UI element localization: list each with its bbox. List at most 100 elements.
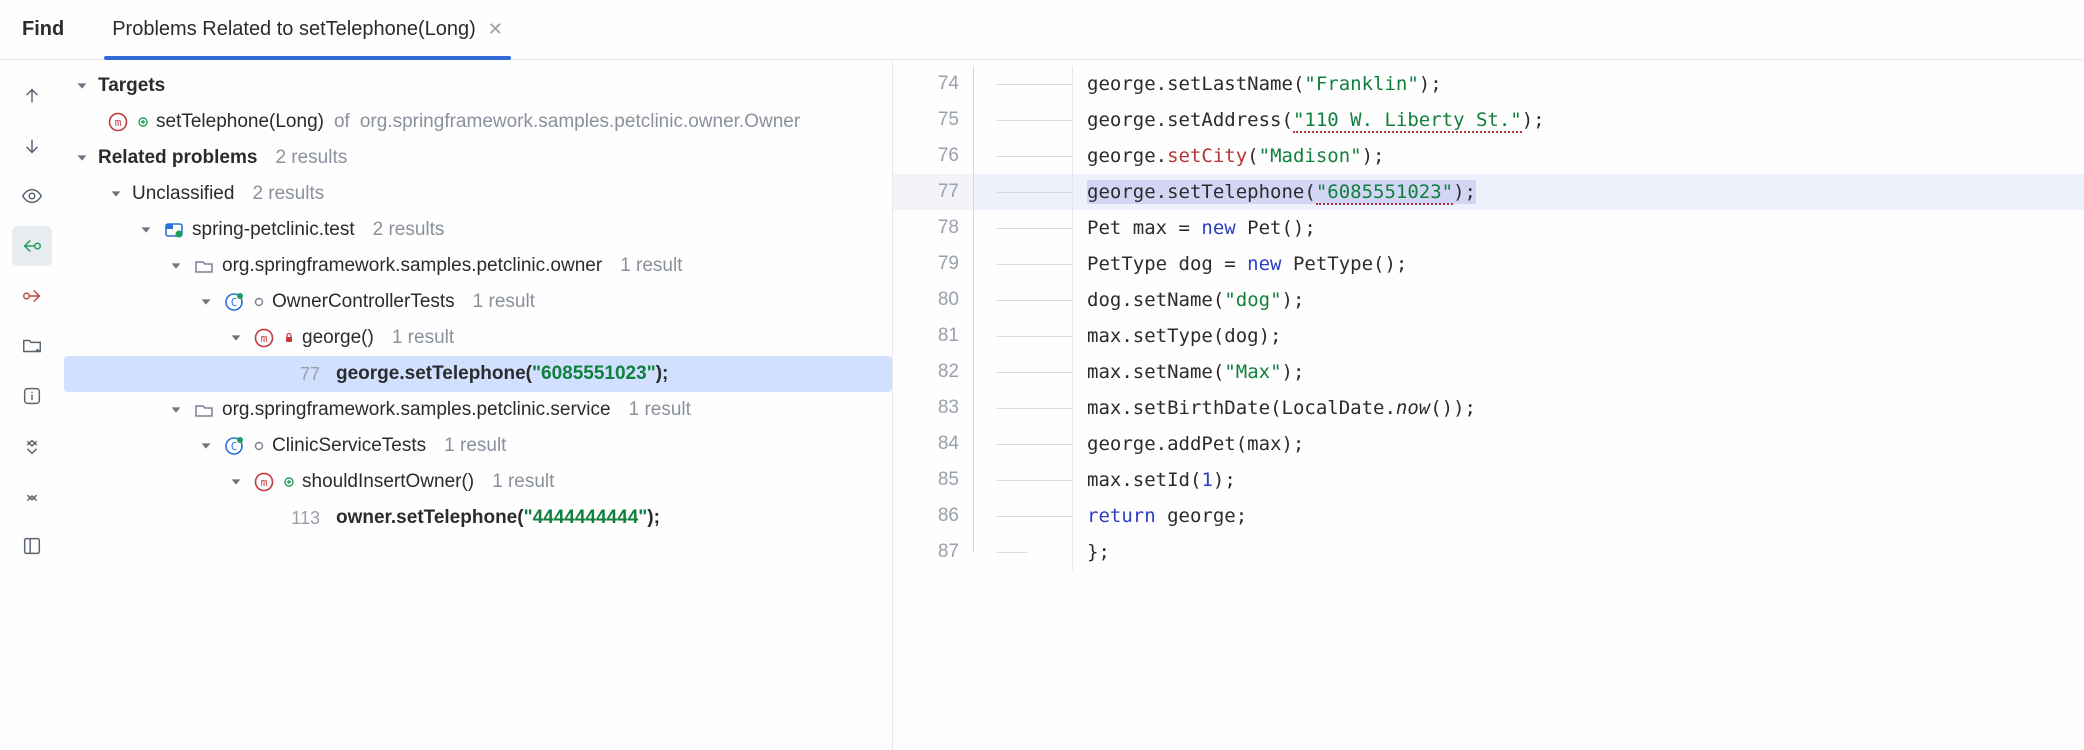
- targets-label: Targets: [98, 75, 165, 97]
- line-numbers: 7475767778798081828384858687: [893, 60, 973, 750]
- results-tree[interactable]: Targets m setTelephone(Long) of org.spri…: [64, 60, 892, 750]
- gutter-line: 74: [893, 66, 973, 102]
- code-line[interactable]: Pet max = new Pet();: [973, 210, 2084, 246]
- target-name: setTelephone(Long): [156, 111, 324, 133]
- tree-node[interactable]: org.springframework.samples.petclinic.ow…: [64, 248, 892, 284]
- gutter-line: 81: [893, 318, 973, 354]
- export-right-icon[interactable]: [12, 276, 52, 316]
- result-count: 1 result: [473, 291, 535, 313]
- code-line[interactable]: return george;: [973, 498, 2084, 534]
- code-line[interactable]: george.setTelephone("6085551023");: [973, 174, 2084, 210]
- chevron-down-icon[interactable]: [106, 187, 126, 201]
- chevron-down-icon[interactable]: [196, 439, 216, 453]
- layout-icon[interactable]: [12, 526, 52, 566]
- expand-all-icon[interactable]: [12, 426, 52, 466]
- node-label: spring-petclinic.test: [192, 219, 355, 241]
- tree-node[interactable]: org.springframework.samples.petclinic.se…: [64, 392, 892, 428]
- tree-node[interactable]: mshouldInsertOwner()1 result: [64, 464, 892, 500]
- chevron-down-icon[interactable]: [166, 259, 186, 273]
- chevron-down-icon[interactable]: [72, 151, 92, 165]
- code-content: max.setName("Max");: [1087, 354, 1304, 390]
- fold-guide: [973, 426, 1073, 462]
- result-count: 1 result: [392, 327, 454, 349]
- package-icon: [192, 256, 216, 276]
- svg-text:C: C: [231, 296, 238, 309]
- chevron-down-icon[interactable]: [226, 331, 246, 345]
- svg-text:m: m: [115, 116, 122, 129]
- fold-guide: [973, 246, 1073, 282]
- result-line[interactable]: 113owner.setTelephone("4444444444");: [64, 500, 892, 536]
- chevron-down-icon[interactable]: [226, 475, 246, 489]
- code-content: max.setId(1);: [1087, 462, 1236, 498]
- fold-guide: [973, 318, 1073, 354]
- targets-header[interactable]: Targets: [64, 68, 892, 104]
- svg-text:m: m: [261, 476, 268, 489]
- related-problems-header[interactable]: Related problems 2 results: [64, 140, 892, 176]
- gutter-line: 78: [893, 210, 973, 246]
- code-line[interactable]: george.setAddress("110 W. Liberty St.");: [973, 102, 2084, 138]
- chevron-down-icon[interactable]: [72, 79, 92, 93]
- node-label: george.setTelephone("6085551023");: [336, 363, 668, 385]
- node-label: org.springframework.samples.petclinic.ow…: [222, 255, 602, 277]
- fold-guide: [973, 390, 1073, 426]
- code-content: return george;: [1087, 498, 1247, 534]
- result-line[interactable]: 77george.setTelephone("6085551023");: [64, 356, 892, 392]
- tree-node[interactable]: CClinicServiceTests1 result: [64, 428, 892, 464]
- panel-title: Find: [22, 18, 64, 41]
- collapse-all-icon[interactable]: [12, 476, 52, 516]
- code-line[interactable]: max.setName("Max");: [973, 354, 2084, 390]
- close-icon[interactable]: ✕: [488, 19, 503, 40]
- tree-node[interactable]: mgeorge()1 result: [64, 320, 892, 356]
- gutter-line: 87: [893, 534, 973, 570]
- code-lines[interactable]: george.setLastName("Franklin");george.se…: [973, 60, 2084, 750]
- code-line[interactable]: PetType dog = new PetType();: [973, 246, 2084, 282]
- tree-node[interactable]: COwnerControllerTests1 result: [64, 284, 892, 320]
- access-open-icon: [252, 440, 266, 452]
- access-open-icon: [252, 296, 266, 308]
- code-line[interactable]: max.setId(1);: [973, 462, 2084, 498]
- result-count: 2 results: [373, 219, 445, 241]
- fold-guide: [973, 534, 1073, 570]
- svg-text:m: m: [261, 332, 268, 345]
- module-icon: [162, 220, 186, 240]
- info-icon[interactable]: [12, 376, 52, 416]
- gutter-line: 86: [893, 498, 973, 534]
- prev-occurrence-button[interactable]: [12, 76, 52, 116]
- chevron-down-icon[interactable]: [136, 223, 156, 237]
- code-line[interactable]: george.addPet(max);: [973, 426, 2084, 462]
- code-line[interactable]: george.setCity("Madison");: [973, 138, 2084, 174]
- code-line[interactable]: };: [973, 534, 2084, 570]
- fold-guide: [973, 498, 1073, 534]
- method-icon: m: [252, 472, 276, 492]
- node-label: owner.setTelephone("4444444444");: [336, 507, 660, 529]
- code-content: george.setLastName("Franklin");: [1087, 66, 1442, 102]
- new-folder-icon[interactable]: [12, 326, 52, 366]
- code-line[interactable]: max.setBirthDate(LocalDate.now());: [973, 390, 2084, 426]
- code-line[interactable]: dog.setName("dog");: [973, 282, 2084, 318]
- topbar: Find Problems Related to setTelephone(Lo…: [0, 0, 2084, 60]
- preview-icon[interactable]: [12, 176, 52, 216]
- chevron-down-icon[interactable]: [196, 295, 216, 309]
- target-item[interactable]: m setTelephone(Long) of org.springframew…: [64, 104, 892, 140]
- tree-node[interactable]: Unclassified2 results: [64, 176, 892, 212]
- fold-guide: [973, 66, 1073, 102]
- gutter-line: 83: [893, 390, 973, 426]
- chevron-down-icon[interactable]: [166, 403, 186, 417]
- method-icon: m: [252, 328, 276, 348]
- code-line[interactable]: max.setType(dog);: [973, 318, 2084, 354]
- tree-node[interactable]: spring-petclinic.test 2 results: [64, 212, 892, 248]
- code-content: george.addPet(max);: [1087, 426, 1304, 462]
- fold-guide: [973, 210, 1073, 246]
- class-icon: C: [222, 436, 246, 456]
- code-line[interactable]: george.setLastName("Franklin");: [973, 66, 2084, 102]
- next-occurrence-button[interactable]: [12, 126, 52, 166]
- gutter-line: 80: [893, 282, 973, 318]
- fold-guide: [973, 282, 1073, 318]
- method-icon: m: [106, 112, 130, 132]
- gutter-line: 79: [893, 246, 973, 282]
- access-private-icon: [282, 332, 296, 344]
- node-label: Unclassified: [132, 183, 234, 205]
- fold-guide: [973, 354, 1073, 390]
- export-left-icon[interactable]: [12, 226, 52, 266]
- tab-problems-related[interactable]: Problems Related to setTelephone(Long) ✕: [104, 0, 511, 59]
